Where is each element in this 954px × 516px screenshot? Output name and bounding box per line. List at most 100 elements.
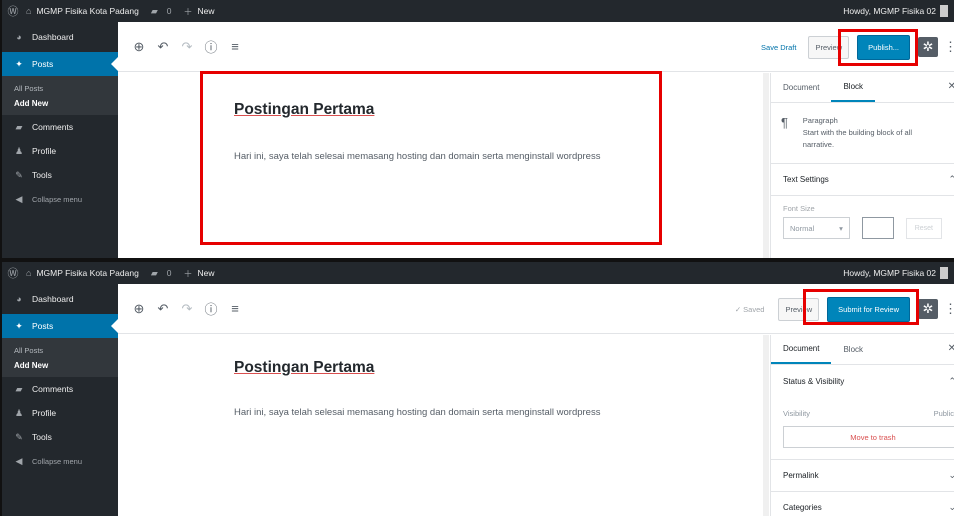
- gear-icon[interactable]: ✲: [918, 37, 938, 57]
- sidebar-item-profile[interactable]: ♟ Profile: [0, 401, 118, 425]
- close-icon[interactable]: ✕: [948, 81, 954, 92]
- submenu-all-posts[interactable]: All Posts: [0, 343, 118, 358]
- font-size-select[interactable]: Normal ▾: [783, 217, 850, 239]
- user-icon: ♟: [14, 407, 24, 418]
- comment-bubble-icon: ▰: [150, 5, 158, 16]
- add-block-icon[interactable]: ⊕: [128, 39, 150, 55]
- redo-icon[interactable]: ↷: [176, 39, 198, 55]
- scrollbar[interactable]: [763, 335, 769, 516]
- block-name: Paragraph: [802, 116, 838, 125]
- collapse-arrow-icon: ◀: [15, 455, 23, 466]
- site-name-link[interactable]: ⌂ MGMP Fisika Kota Padang: [26, 268, 139, 278]
- admin-bar: Ⓦ ⌂ MGMP Fisika Kota Padang ▰ 0 ＋ New Howdy…: [0, 262, 954, 284]
- account-menu[interactable]: Howdy, MGMP Fisika 02: [843, 0, 948, 22]
- scrollbar[interactable]: [763, 73, 769, 258]
- tab-block[interactable]: Block: [831, 73, 876, 102]
- dashboard-icon: ◕: [16, 294, 22, 304]
- editor-screenshot-publish: Ⓦ ⌂ MGMP Fisika Kota Padang ▰ 0 ＋ New Howdy…: [0, 0, 954, 258]
- visibility-row[interactable]: Visibility Public: [771, 397, 954, 426]
- admin-sidebar: ◕ Dashboard ✦ Posts All Posts Add New ▰ Com…: [0, 284, 118, 516]
- comment-bubble-icon: ▰: [150, 267, 158, 278]
- redo-icon[interactable]: ↷: [176, 301, 198, 317]
- list-view-icon[interactable]: ≡: [224, 301, 246, 316]
- admin-bar: Ⓦ ⌂ MGMP Fisika Kota Padang ▰ 0 ＋ New Howdy…: [0, 0, 954, 22]
- chevron-down-icon: ⌄: [948, 502, 954, 512]
- wrench-icon: ✎: [15, 169, 23, 180]
- block-card: ¶ Paragraph Start with the building bloc…: [771, 103, 954, 164]
- submenu-add-new[interactable]: Add New: [0, 96, 118, 111]
- sidebar-item-posts[interactable]: ✦ Posts: [0, 314, 118, 338]
- new-content-link[interactable]: ＋ New: [183, 5, 214, 18]
- sidebar-item-posts[interactable]: ✦ Posts: [0, 52, 118, 76]
- close-icon[interactable]: ✕: [948, 343, 954, 354]
- save-draft-button[interactable]: Save Draft: [761, 43, 796, 52]
- more-options-icon[interactable]: ⋮: [944, 39, 954, 55]
- dashboard-icon: ◕: [16, 32, 22, 42]
- editor-canvas: Postingan Pertama Hari ini, saya telah s…: [118, 335, 764, 516]
- collapse-menu-button[interactable]: ◀ Collapse menu: [0, 449, 118, 473]
- paragraph-icon: ¶: [781, 115, 788, 130]
- comments-link[interactable]: ▰ 0: [151, 6, 172, 17]
- undo-icon[interactable]: ↶: [152, 39, 174, 55]
- highlight-box-content: [200, 71, 662, 245]
- plus-icon: ＋: [183, 268, 193, 279]
- editor-screenshot-submit: Ⓦ ⌂ MGMP Fisika Kota Padang ▰ 0 ＋ New Howdy…: [0, 262, 954, 516]
- add-block-icon[interactable]: ⊕: [128, 301, 150, 317]
- post-title[interactable]: Postingan Pertama: [234, 359, 374, 377]
- comments-link[interactable]: ▰ 0: [151, 268, 172, 279]
- new-content-link[interactable]: ＋ New: [183, 267, 214, 280]
- sidebar-item-profile[interactable]: ♟ Profile: [0, 139, 118, 163]
- sidebar-item-dashboard[interactable]: ◕ Dashboard: [0, 22, 118, 52]
- wordpress-logo-icon[interactable]: Ⓦ: [0, 265, 26, 281]
- sidebar-item-tools[interactable]: ✎ Tools: [0, 163, 118, 187]
- categories-panel-toggle[interactable]: Categories ⌄: [771, 492, 954, 516]
- reset-button[interactable]: Reset: [905, 217, 942, 239]
- block-description: Start with the building block of all nar…: [802, 128, 913, 149]
- status-visibility-panel-toggle[interactable]: Status & Visibility ⌃: [771, 365, 954, 397]
- home-icon: ⌂: [26, 6, 32, 16]
- permalink-panel-toggle[interactable]: Permalink ⌄: [771, 460, 954, 492]
- tab-document[interactable]: Document: [771, 335, 832, 364]
- collapse-menu-button[interactable]: ◀ Collapse menu: [0, 187, 118, 211]
- info-icon[interactable]: ⓘ: [200, 299, 222, 318]
- chevron-down-icon: ▾: [839, 223, 843, 233]
- settings-tabs: Document Block ✕: [771, 335, 954, 365]
- tab-block[interactable]: Block: [831, 335, 875, 364]
- sidebar-item-comments[interactable]: ▰ Comments: [0, 377, 118, 401]
- plus-icon: ＋: [183, 6, 193, 17]
- comment-bubble-icon: ▰: [15, 121, 23, 132]
- custom-font-size-input[interactable]: [861, 217, 894, 239]
- chevron-down-icon: ⌄: [948, 470, 954, 480]
- submenu-add-new[interactable]: Add New: [0, 358, 118, 373]
- site-name-link[interactable]: ⌂ MGMP Fisika Kota Padang: [26, 6, 139, 16]
- wrench-icon: ✎: [15, 431, 23, 442]
- info-icon[interactable]: ⓘ: [200, 37, 222, 56]
- move-to-trash-button[interactable]: Move to trash: [783, 426, 954, 448]
- wordpress-logo-icon[interactable]: Ⓦ: [0, 3, 26, 19]
- sidebar-item-dashboard[interactable]: ◕ Dashboard: [0, 284, 118, 314]
- gear-icon[interactable]: ✲: [918, 299, 938, 319]
- font-size-controls: Normal ▾ Reset: [771, 217, 954, 239]
- settings-sidebar: Document Block ✕ Status & Visibility ⌃ Vi…: [770, 335, 954, 516]
- sidebar-item-comments[interactable]: ▰ Comments: [0, 115, 118, 139]
- account-menu[interactable]: Howdy, MGMP Fisika 02: [843, 262, 948, 284]
- home-icon: ⌂: [26, 268, 32, 278]
- collapse-arrow-icon: ◀: [15, 193, 23, 204]
- editor-toolbar: ⊕ ↶ ↷ ⓘ ≡ Save Draft Preview Publish... …: [118, 22, 954, 72]
- font-size-label: Font Size: [783, 204, 815, 213]
- comment-bubble-icon: ▰: [15, 383, 23, 394]
- settings-sidebar: Document Block ✕ ¶ Paragraph Start with …: [770, 73, 954, 258]
- admin-sidebar: ◕ Dashboard ✦ Posts All Posts Add New ▰ Com…: [0, 22, 118, 258]
- section-divider: [771, 448, 954, 460]
- paragraph-block[interactable]: Hari ini, saya telah selesai memasang ho…: [234, 405, 624, 421]
- highlight-box-publish: [838, 29, 918, 66]
- list-view-icon[interactable]: ≡: [224, 39, 246, 54]
- more-options-icon[interactable]: ⋮: [944, 301, 954, 317]
- submenu-all-posts[interactable]: All Posts: [0, 81, 118, 96]
- text-settings-panel-toggle[interactable]: Text Settings ⌃: [771, 164, 954, 196]
- sidebar-item-tools[interactable]: ✎ Tools: [0, 425, 118, 449]
- pushpin-icon: ✦: [15, 320, 23, 331]
- tab-document[interactable]: Document: [771, 73, 831, 102]
- undo-icon[interactable]: ↶: [152, 301, 174, 317]
- posts-submenu: All Posts Add New: [0, 338, 118, 377]
